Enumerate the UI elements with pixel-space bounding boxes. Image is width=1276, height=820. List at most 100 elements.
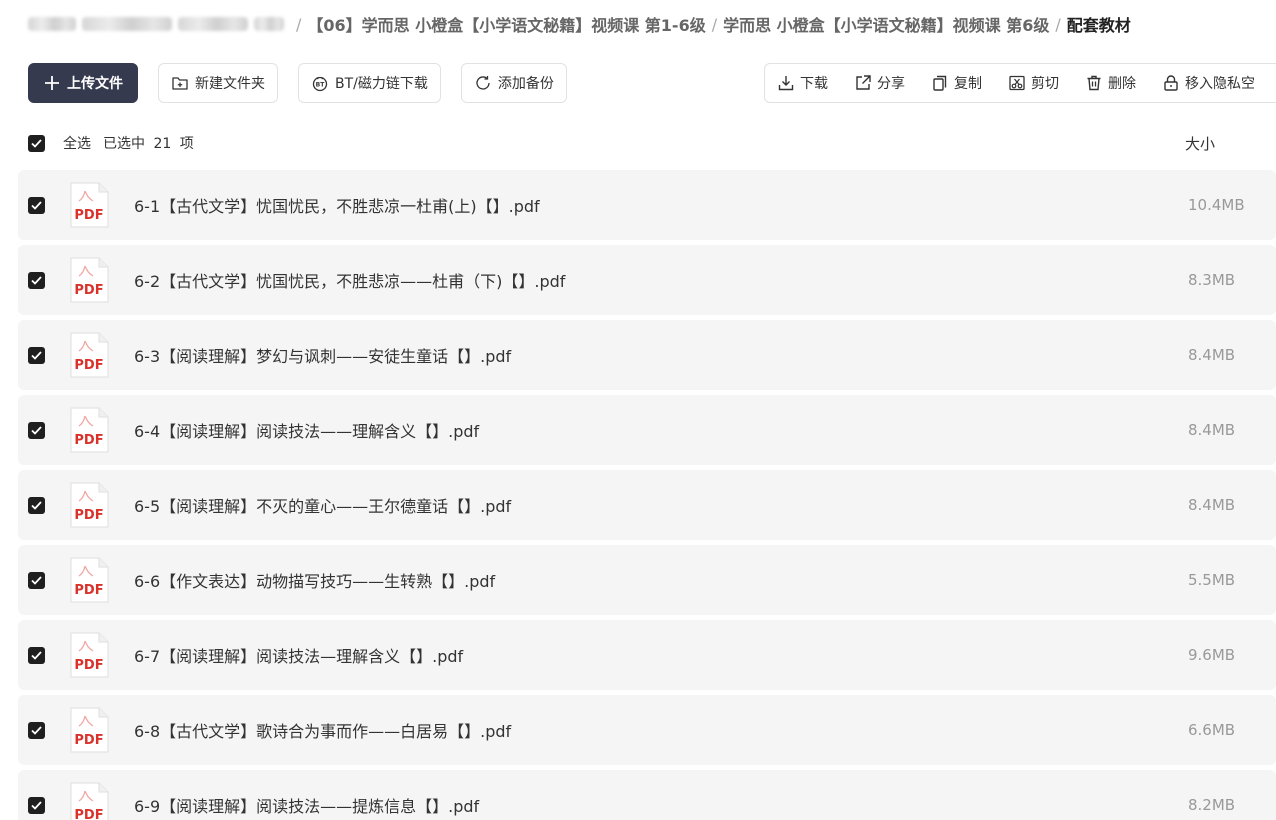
bt-magnet-icon: BT xyxy=(311,74,329,92)
file-size: 8.3MB xyxy=(1188,271,1236,289)
pdf-file-icon: PDF xyxy=(68,706,110,754)
table-row[interactable]: PDF 6-5【阅读理解】不灭的童心——王尔德童话【】.pdf 8.4MB xyxy=(18,470,1276,540)
copy-button[interactable]: 复制 xyxy=(931,73,982,93)
breadcrumb-blurred-segment[interactable] xyxy=(82,17,172,31)
row-checkbox[interactable] xyxy=(28,646,45,664)
file-name[interactable]: 6-1【古代文学】忧国忧民，不胜悲凉一杜甫(上)【】.pdf xyxy=(134,193,540,217)
row-checkbox[interactable] xyxy=(28,196,45,214)
file-size: 8.4MB xyxy=(1188,496,1236,514)
breadcrumb-blurred-segment[interactable] xyxy=(178,17,248,31)
file-size: 10.4MB xyxy=(1188,196,1245,214)
breadcrumb-separator: / xyxy=(711,14,718,34)
table-row[interactable]: PDF 6-9【阅读理解】阅读技法——提炼信息【】.pdf 8.2MB xyxy=(18,770,1276,820)
upload-file-button[interactable]: 上传文件 xyxy=(28,63,138,103)
copy-icon xyxy=(931,74,949,92)
toolbar: 上传文件 新建文件夹 BT BT/磁力链下载 添加备份 xyxy=(28,63,587,103)
breadcrumb-current: 配套教材 xyxy=(1066,16,1131,35)
table-row[interactable]: PDF 6-7【阅读理解】阅读技法—理解含义【】.pdf 9.6MB xyxy=(18,620,1276,690)
file-size: 8.2MB xyxy=(1188,796,1236,814)
pdf-icon-label: PDF xyxy=(74,208,103,223)
file-name[interactable]: 6-5【阅读理解】不灭的童心——王尔德童话【】.pdf xyxy=(134,493,511,517)
pdf-file-icon: PDF xyxy=(68,331,110,379)
copy-label: 复制 xyxy=(954,76,982,92)
move-to-private-label: 移入隐私空 xyxy=(1185,76,1255,92)
pdf-file-icon: PDF xyxy=(68,406,110,454)
list-header: 全选 已选中 21 项 大小 xyxy=(28,130,1276,156)
file-name[interactable]: 6-6【作文表达】动物描写技巧——生转熟【】.pdf xyxy=(134,568,495,592)
trash-icon xyxy=(1085,74,1103,92)
download-icon xyxy=(777,74,795,92)
table-row[interactable]: PDF 6-3【阅读理解】梦幻与讽刺——安徒生童话【】.pdf 8.4MB xyxy=(18,320,1276,390)
file-name[interactable]: 6-3【阅读理解】梦幻与讽刺——安徒生童话【】.pdf xyxy=(134,343,511,367)
pdf-file-icon: PDF xyxy=(68,781,110,820)
add-backup-button[interactable]: 添加备份 xyxy=(460,63,567,103)
move-to-private-button[interactable]: 移入隐私空 xyxy=(1162,73,1255,93)
bt-download-label: BT/磁力链下载 xyxy=(335,76,428,92)
file-size: 5.5MB xyxy=(1188,571,1236,589)
breadcrumb-blurred-segment[interactable] xyxy=(28,17,76,31)
row-checkbox[interactable] xyxy=(28,796,45,814)
pdf-icon-label: PDF xyxy=(74,808,103,820)
pdf-icon-label: PDF xyxy=(74,283,103,298)
file-size: 8.4MB xyxy=(1188,421,1236,439)
share-icon xyxy=(854,74,872,92)
cut-button[interactable]: 剪切 xyxy=(1008,73,1059,93)
pdf-icon-label: PDF xyxy=(74,583,103,598)
bt-download-button[interactable]: BT BT/磁力链下载 xyxy=(298,63,441,103)
lock-icon xyxy=(1162,74,1180,92)
row-checkbox[interactable] xyxy=(28,721,45,739)
pdf-file-icon: PDF xyxy=(68,256,110,304)
table-row[interactable]: PDF 6-1【古代文学】忧国忧民，不胜悲凉一杜甫(上)【】.pdf 10.4M… xyxy=(18,170,1276,240)
share-button[interactable]: 分享 xyxy=(854,73,905,93)
table-row[interactable]: PDF 6-4【阅读理解】阅读技法——理解含义【】.pdf 8.4MB xyxy=(18,395,1276,465)
file-name[interactable]: 6-4【阅读理解】阅读技法——理解含义【】.pdf xyxy=(134,418,479,442)
delete-label: 删除 xyxy=(1108,76,1136,92)
table-row[interactable]: PDF 6-8【古代文学】歌诗合为事而作——白居易【】.pdf 6.6MB xyxy=(18,695,1276,765)
row-checkbox[interactable] xyxy=(28,496,45,514)
pdf-icon-label: PDF xyxy=(74,508,103,523)
row-checkbox[interactable] xyxy=(28,571,45,589)
breadcrumb-item[interactable]: 【06】学而思 小橙盒【小学语文秘籍】视频课 第1-6级 xyxy=(307,12,705,36)
breadcrumb: / 【06】学而思 小橙盒【小学语文秘籍】视频课 第1-6级 / 学而思 小橙盒… xyxy=(28,12,1131,36)
sync-icon xyxy=(474,74,492,92)
file-action-bar: 下载 分享 复制 剪切 删除 移入隐私空 xyxy=(764,63,1276,103)
upload-file-label: 上传文件 xyxy=(67,76,123,92)
file-manager-page: / 【06】学而思 小橙盒【小学语文秘籍】视频课 第1-6级 / 学而思 小橙盒… xyxy=(0,0,1276,820)
folder-plus-icon xyxy=(171,74,189,92)
file-name[interactable]: 6-8【古代文学】歌诗合为事而作——白居易【】.pdf xyxy=(134,718,511,742)
table-row[interactable]: PDF 6-2【古代文学】忧国忧民，不胜悲凉——杜甫（下)【】.pdf 8.3M… xyxy=(18,245,1276,315)
file-size: 9.6MB xyxy=(1188,646,1236,664)
select-all-label[interactable]: 全选 xyxy=(63,133,91,153)
pdf-file-icon: PDF xyxy=(68,481,110,529)
row-checkbox[interactable] xyxy=(28,271,45,289)
pdf-file-icon: PDF xyxy=(68,556,110,604)
row-checkbox[interactable] xyxy=(28,421,45,439)
pdf-file-icon: PDF xyxy=(68,181,110,229)
svg-text:BT: BT xyxy=(316,81,326,88)
breadcrumb-blurred-segment[interactable] xyxy=(254,17,284,31)
select-all-checkbox[interactable] xyxy=(28,134,45,152)
share-label: 分享 xyxy=(877,76,905,92)
file-size: 8.4MB xyxy=(1188,346,1236,364)
new-folder-button[interactable]: 新建文件夹 xyxy=(158,63,278,103)
table-row[interactable]: PDF 6-6【作文表达】动物描写技巧——生转熟【】.pdf 5.5MB xyxy=(18,545,1276,615)
selected-count: 已选中 21 项 xyxy=(103,136,194,152)
file-size: 6.6MB xyxy=(1188,721,1236,739)
file-name[interactable]: 6-2【古代文学】忧国忧民，不胜悲凉——杜甫（下)【】.pdf xyxy=(134,268,565,292)
delete-button[interactable]: 删除 xyxy=(1085,73,1136,93)
pdf-icon-label: PDF xyxy=(74,433,103,448)
scissors-icon xyxy=(1008,74,1026,92)
file-name[interactable]: 6-7【阅读理解】阅读技法—理解含义【】.pdf xyxy=(134,643,463,667)
plus-icon xyxy=(43,74,61,92)
pdf-icon-label: PDF xyxy=(74,658,103,673)
row-checkbox[interactable] xyxy=(28,346,45,364)
pdf-icon-label: PDF xyxy=(74,358,103,373)
size-column-header[interactable]: 大小 xyxy=(1185,133,1215,154)
add-backup-label: 添加备份 xyxy=(497,76,554,92)
new-folder-label: 新建文件夹 xyxy=(195,76,265,92)
file-name[interactable]: 6-9【阅读理解】阅读技法——提炼信息【】.pdf xyxy=(134,793,479,817)
download-button[interactable]: 下载 xyxy=(777,73,828,93)
breadcrumb-item[interactable]: 学而思 小橙盒【小学语文秘籍】视频课 第6级 xyxy=(723,12,1049,36)
download-label: 下载 xyxy=(800,76,828,92)
cut-label: 剪切 xyxy=(1031,76,1059,92)
